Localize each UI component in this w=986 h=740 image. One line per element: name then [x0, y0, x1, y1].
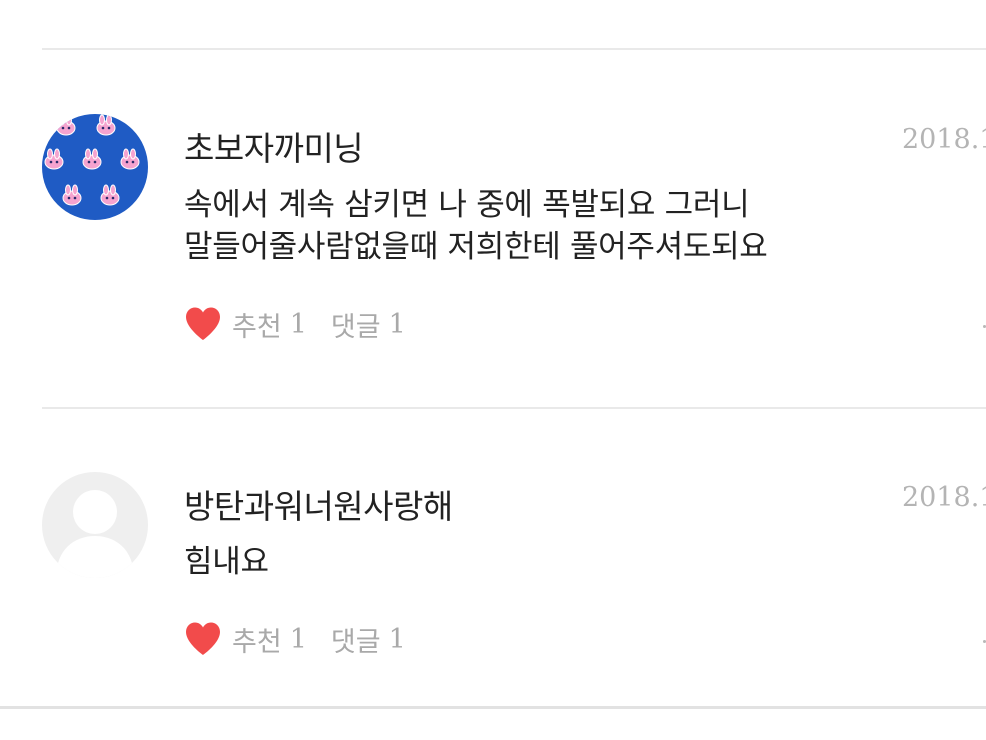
comment-line: 말들어줄사람없을때 저희한테 풀어주셔도되요 [184, 229, 768, 265]
comment-author[interactable]: 방탄과워너원사랑해 [184, 480, 453, 528]
comment-actions: 추천 1 댓글 1 [184, 619, 430, 659]
reply-count: 1 [388, 623, 406, 655]
like-count: 1 [289, 308, 307, 340]
avatar[interactable] [42, 472, 148, 578]
comment-line: 속에서 계속 삼키면 나 중에 폭발되요 그러니 [184, 187, 750, 223]
comment-list: 초보자까미닝 2018.1 속에서 계속 삼키면 나 중에 폭발되요 그러니 말… [0, 0, 986, 740]
like-label[interactable]: 추천 [232, 620, 282, 659]
heart-icon[interactable] [184, 306, 222, 342]
divider [42, 407, 986, 409]
comment-date: 2018.1 [902, 482, 986, 513]
like-count: 1 [289, 623, 307, 655]
reply-label[interactable]: 댓글 [331, 305, 381, 344]
like-label[interactable]: 추천 [232, 305, 282, 344]
comment-author[interactable]: 초보자까미닝 [184, 122, 364, 170]
reply-count: 1 [388, 308, 406, 340]
cooky-pattern-avatar-icon [42, 114, 148, 220]
divider [42, 48, 986, 50]
divider [0, 706, 986, 709]
default-user-avatar-icon [42, 472, 148, 578]
comment-body: 힘내요 [184, 541, 924, 583]
avatar[interactable] [42, 114, 148, 220]
reply-label[interactable]: 댓글 [331, 620, 381, 659]
comment-line: 힘내요 [184, 544, 269, 580]
comment-date: 2018.1 [902, 124, 986, 155]
comment-body: 속에서 계속 삼키면 나 중에 폭발되요 그러니 말들어줄사람없을때 저희한테 … [184, 184, 924, 268]
heart-icon[interactable] [184, 621, 222, 657]
comment-actions: 추천 1 댓글 1 [184, 304, 430, 344]
